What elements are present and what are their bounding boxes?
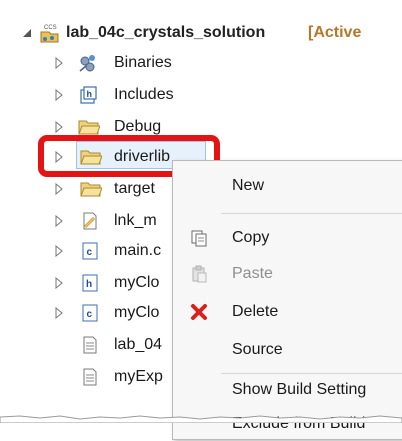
svg-text:c: c [87, 309, 93, 320]
menu-item-label: New [232, 177, 265, 194]
project-name: lab_04c_crystals_solution [66, 24, 266, 41]
expand-arrow-icon[interactable] [54, 277, 64, 289]
expand-arrow-icon[interactable] [54, 245, 64, 257]
menu-item-label: Show Build Setting [232, 381, 367, 398]
expand-arrow-icon[interactable] [54, 215, 64, 227]
c-file-icon: c [80, 241, 100, 261]
context-menu: New Copy Paste Delete Source Show Build … [172, 160, 402, 440]
menu-item-label: Copy [232, 229, 270, 246]
svg-text:h: h [87, 89, 93, 99]
paste-icon [190, 265, 208, 283]
text-file-icon [80, 335, 100, 355]
menu-item-copy[interactable]: Copy [173, 221, 402, 255]
menu-item-new[interactable]: New [173, 169, 402, 203]
tree-item-label: target [114, 180, 155, 197]
tree-item-label: lnk_m [114, 212, 157, 229]
tree-item-label: myClo [114, 274, 160, 291]
tree-item-label: main.c [114, 242, 162, 259]
collapse-arrow-icon[interactable] [22, 27, 32, 39]
menu-item-delete[interactable]: Delete [173, 295, 402, 329]
project-explorer-tree: CCS lab_04c_crystals_solution [Active Bi… [0, 0, 402, 440]
active-decoration: [Active [308, 24, 362, 41]
delete-icon [190, 303, 208, 321]
tree-item-label: myExp [114, 368, 163, 385]
menu-item-source[interactable]: Source [173, 333, 402, 367]
h-file-icon: h [80, 273, 100, 293]
svg-text:c: c [87, 247, 93, 258]
svg-text:h: h [86, 279, 92, 290]
folder-icon [78, 117, 100, 137]
folder-icon [80, 179, 102, 199]
menu-item-label: Paste [232, 265, 273, 282]
includes-icon: h [78, 85, 98, 105]
linker-file-icon [80, 211, 100, 231]
tree-item-label: Includes [114, 86, 174, 103]
tree-item-label: Debug [114, 118, 162, 135]
tree-item-label: lab_04 [114, 336, 163, 353]
c-file-icon: c [80, 303, 100, 323]
tree-item-label: myClo [114, 304, 160, 321]
tree-item-label: Binaries [114, 54, 172, 71]
expand-arrow-icon[interactable] [54, 307, 64, 319]
menu-separator [221, 213, 402, 214]
menu-item-show-build-settings[interactable]: Show Build Setting [173, 373, 402, 407]
expand-arrow-icon[interactable] [54, 183, 64, 195]
ccs-project-icon: CCS [38, 22, 59, 43]
svg-text:CCS: CCS [44, 25, 57, 31]
expand-arrow-icon[interactable] [54, 89, 64, 101]
menu-item-label: Delete [232, 303, 279, 320]
expand-arrow-icon[interactable] [54, 121, 64, 133]
menu-item-paste[interactable]: Paste [173, 257, 402, 291]
torn-edge [0, 415, 402, 423]
binaries-icon [78, 53, 98, 73]
copy-icon [190, 229, 208, 247]
expand-arrow-icon[interactable] [54, 57, 64, 69]
text-file-icon [80, 367, 100, 387]
menu-item-label: Source [232, 341, 283, 358]
